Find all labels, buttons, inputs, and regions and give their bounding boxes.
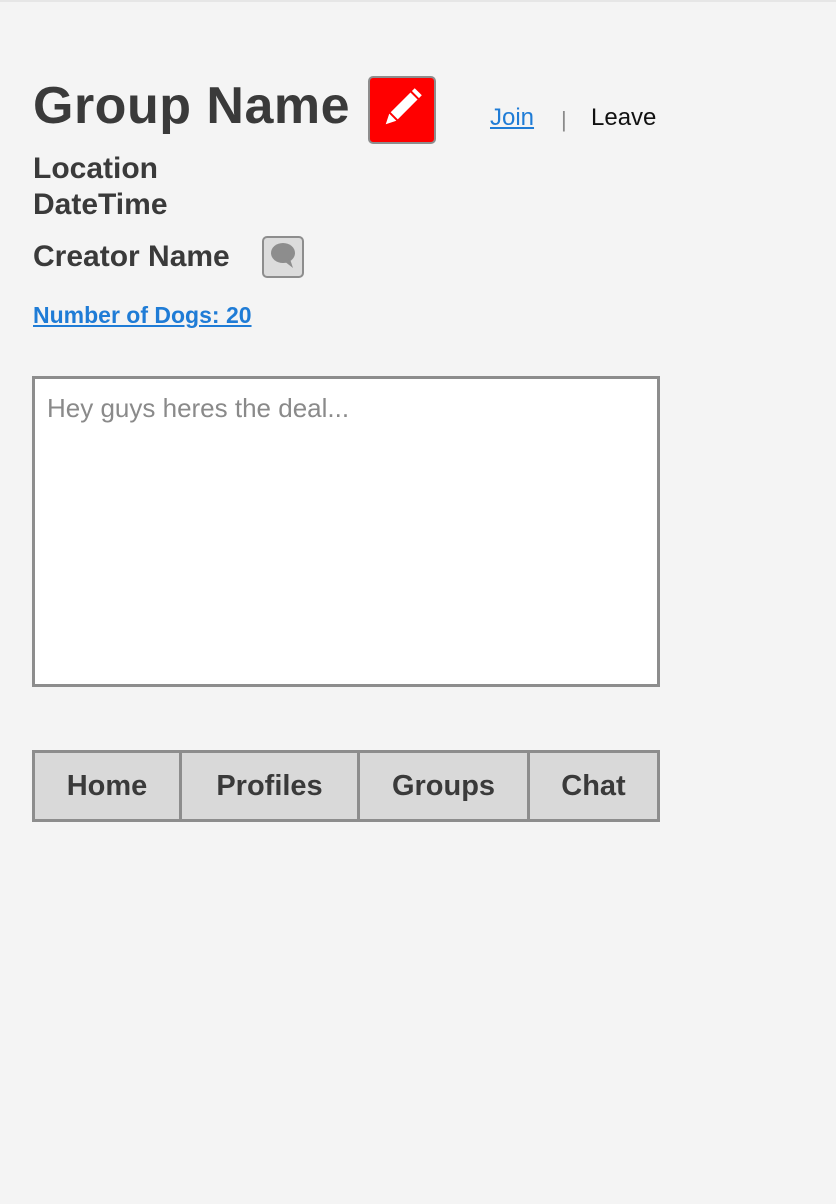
creator-name: Creator Name xyxy=(33,240,230,273)
leave-link[interactable]: Leave xyxy=(591,102,656,134)
pencil-icon xyxy=(377,83,427,138)
join-link[interactable]: Join xyxy=(490,102,534,134)
message-creator-button[interactable] xyxy=(262,236,304,278)
join-leave-separator: | xyxy=(561,107,567,132)
number-of-dogs-link[interactable]: Number of Dogs: 20 xyxy=(33,300,252,330)
nav-home-tab[interactable]: Home xyxy=(35,753,182,819)
nav-chat-tab[interactable]: Chat xyxy=(530,753,657,819)
edit-group-button[interactable] xyxy=(368,76,436,144)
top-divider xyxy=(0,0,836,2)
group-location: Location xyxy=(33,152,158,185)
bottom-nav: Home Profiles Groups Chat xyxy=(32,750,660,822)
group-message-field[interactable] xyxy=(32,376,660,687)
nav-groups-tab[interactable]: Groups xyxy=(360,753,530,819)
nav-profiles-tab[interactable]: Profiles xyxy=(182,753,360,819)
group-title: Group Name xyxy=(33,77,351,135)
group-datetime: DateTime xyxy=(33,188,168,221)
speech-bubble-icon xyxy=(269,241,297,274)
